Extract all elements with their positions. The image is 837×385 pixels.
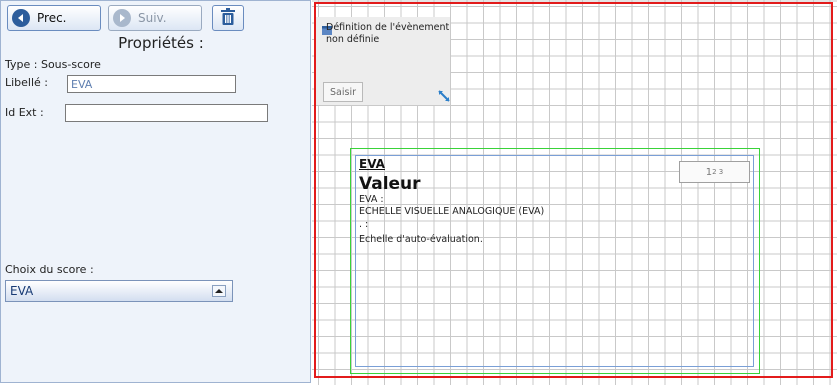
score-select[interactable]: EVA: [5, 280, 233, 302]
trash-icon: [220, 7, 236, 29]
score-line-2: ECHELLE VISUELLE ANALOGIQUE (EVA): [359, 206, 545, 217]
score-line-1: EVA :: [359, 194, 384, 205]
properties-title: Propriétés :: [118, 34, 204, 52]
score-line-4: Echelle d'auto-évaluation.: [359, 234, 483, 245]
type-label: Type : Sous-score: [5, 58, 101, 71]
properties-panel: Prec. Suiv. Propriétés : Type : Sous-sco…: [0, 0, 311, 383]
libelle-input[interactable]: [67, 75, 236, 93]
next-button-label: Suiv.: [138, 11, 167, 25]
score-name: EVA: [359, 157, 385, 171]
superscript-exponent: 2 3: [712, 168, 724, 176]
idext-label: Id Ext :: [5, 106, 44, 119]
score-line-3: . :: [359, 219, 369, 230]
prev-button[interactable]: Prec.: [7, 5, 101, 31]
event-definition-text: Définition de l'évènement non définie: [326, 22, 450, 45]
idext-input[interactable]: [65, 104, 268, 122]
event-box[interactable]: Définition de l'évènement non définie Sa…: [316, 17, 450, 105]
chevron-up-icon[interactable]: [212, 285, 226, 297]
next-button[interactable]: Suiv.: [108, 5, 202, 31]
score-select-value: EVA: [10, 284, 34, 298]
superscript-button[interactable]: 12 3: [679, 161, 750, 183]
arrow-left-circle-icon: [12, 9, 30, 27]
score-choice-label: Choix du score :: [5, 263, 94, 276]
prev-button-label: Prec.: [37, 11, 67, 25]
libelle-label: Libellé :: [5, 76, 49, 89]
resize-icon[interactable]: [437, 89, 451, 103]
arrow-right-circle-icon: [113, 9, 131, 27]
delete-button[interactable]: [212, 5, 244, 31]
saisir-button[interactable]: Saisir: [323, 82, 363, 102]
value-title: Valeur: [359, 174, 421, 194]
